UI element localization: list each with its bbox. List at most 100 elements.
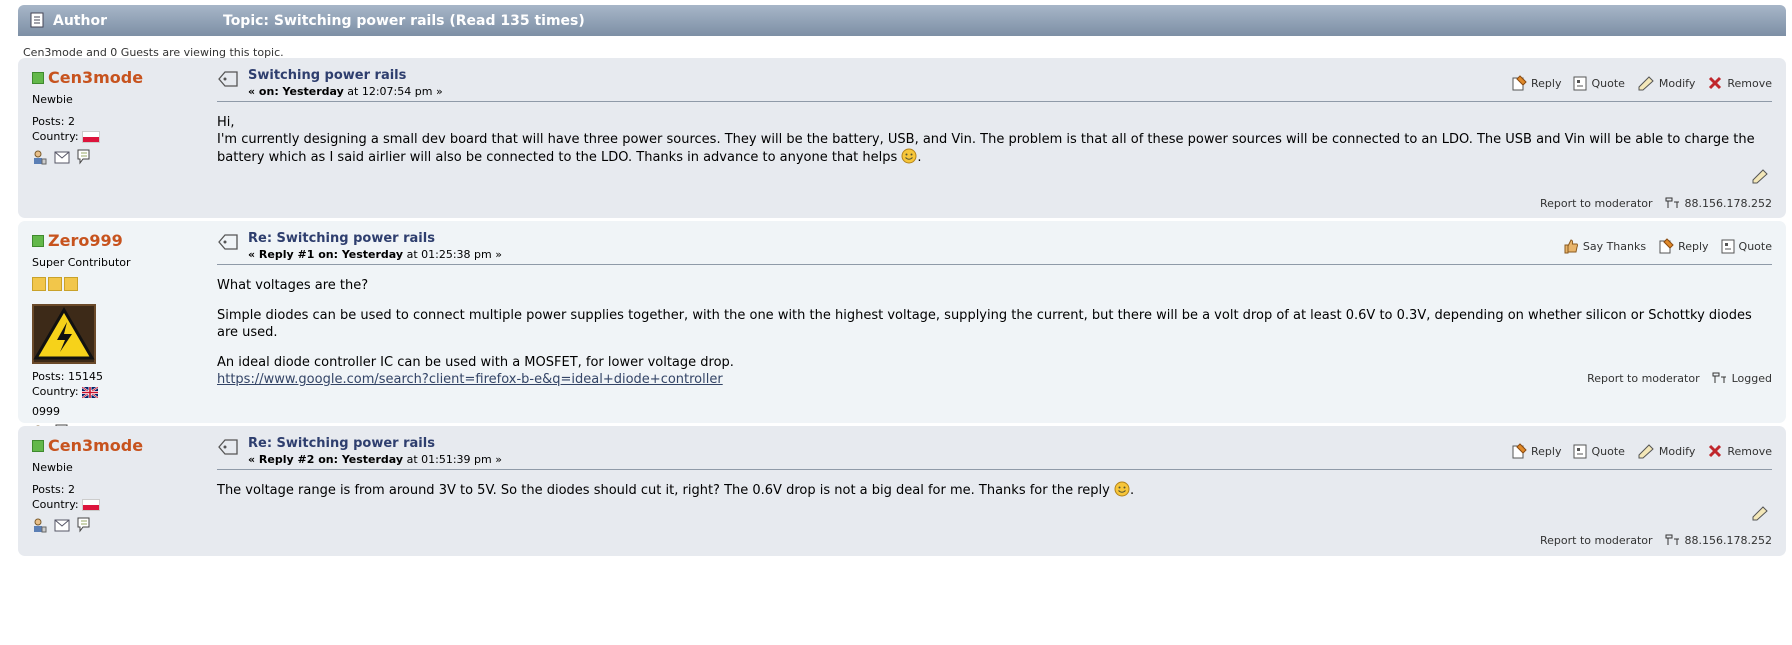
smiley-icon <box>901 148 917 164</box>
report-to-moderator-link[interactable]: Report to moderator <box>1540 534 1653 547</box>
post-meta-on: « Reply #2 on: Yesterday <box>248 453 404 466</box>
xx-post-icon <box>217 233 239 254</box>
post-body-line-1: The voltage range is from around 3V to 5… <box>217 483 1114 498</box>
quick-edit-icon[interactable] <box>1751 505 1769 524</box>
country-row: Country: <box>32 385 192 398</box>
ip-address: 88.156.178.252 <box>1665 196 1772 210</box>
smiley-icon <box>1114 481 1130 497</box>
report-to-moderator-link[interactable]: Report to moderator <box>1587 372 1700 385</box>
post-2: Zero999 Super Contributor Posts: 15145 C… <box>18 221 1786 440</box>
post-footer: Report to moderator 88.156.178.252 <box>1540 196 1772 210</box>
quick-edit-icon[interactable] <box>1751 168 1769 187</box>
country-row: Country: <box>32 130 192 143</box>
quote-button[interactable]: Quote <box>1721 239 1772 254</box>
avatar[interactable] <box>32 304 96 364</box>
remove-button[interactable]: Remove <box>1707 443 1772 459</box>
post-divider <box>217 264 1772 265</box>
post-footer: Report to moderator 88.156.178.252 <box>1540 533 1772 547</box>
profile-icon[interactable] <box>32 150 47 165</box>
reply-button[interactable]: Reply <box>1658 238 1709 254</box>
post-meta-on: « Reply #1 on: Yesterday <box>248 248 404 261</box>
profile-icon[interactable] <box>32 518 47 533</box>
modify-icon <box>1638 444 1654 459</box>
personal-message-icon[interactable] <box>76 149 91 165</box>
post-count: Posts: 2 <box>32 483 75 496</box>
poster-info: Zero999 Super Contributor Posts: 15145 C… <box>32 231 192 440</box>
reply-label: Reply <box>1530 444 1562 458</box>
quote-label: Quote <box>1738 239 1772 253</box>
quote-label: Quote <box>1591 76 1625 90</box>
username-link[interactable]: Cen3mode <box>48 68 143 87</box>
remove-icon <box>1709 444 1722 458</box>
quote-icon <box>1573 76 1587 90</box>
remove-button[interactable]: Remove <box>1707 75 1772 91</box>
member-rank: Newbie <box>32 93 73 106</box>
post-subject-link[interactable]: Re: Switching power rails <box>248 436 435 451</box>
post-divider <box>217 101 1772 102</box>
post-count: Posts: 15145 <box>32 370 103 383</box>
member-icons <box>32 517 192 533</box>
post-3: Cen3mode Newbie Posts: 2 Country: Re: Sw… <box>18 426 1786 556</box>
quote-icon <box>1573 444 1587 458</box>
email-icon[interactable] <box>54 519 70 532</box>
topic-title: Topic: Switching power rails (Read 135 t… <box>223 13 585 29</box>
xx-post-icon <box>217 70 239 91</box>
say-thanks-button[interactable]: Say Thanks <box>1563 238 1646 254</box>
ip-address-text: 88.156.178.252 <box>1684 196 1772 210</box>
post-body-line-2: I'm currently designing a small dev boar… <box>217 132 1755 165</box>
poster-info: Cen3mode Newbie Posts: 2 Country: <box>32 436 192 533</box>
post-body-line-2: Simple diodes can be used to connect mul… <box>217 308 1752 340</box>
remove-label: Remove <box>1727 76 1772 90</box>
post-meta-on: « on: Yesterday <box>248 85 344 98</box>
quote-icon <box>1721 239 1735 253</box>
post-body-line-1: Hi, <box>217 115 235 130</box>
reply-icon <box>1512 75 1527 91</box>
poland-flag-icon <box>82 499 101 511</box>
reply-icon <box>1512 443 1527 459</box>
modify-button[interactable]: Modify <box>1637 75 1695 91</box>
ip-icon <box>1665 197 1679 208</box>
ip-icon <box>1712 372 1726 383</box>
country-label: Country: <box>32 385 83 398</box>
username-link[interactable]: Zero999 <box>48 231 123 250</box>
member-rank: Super Contributor <box>32 256 131 269</box>
say-thanks-label: Say Thanks <box>1582 239 1647 253</box>
modify-button[interactable]: Modify <box>1637 443 1695 459</box>
post-footer: Report to moderator Logged <box>1587 371 1772 385</box>
post-content: Re: Switching power rails « Reply #2 on:… <box>217 436 1772 556</box>
post-subject-link[interactable]: Re: Switching power rails <box>248 231 435 246</box>
reply-button[interactable]: Reply <box>1511 75 1561 91</box>
reply-button[interactable]: Reply <box>1511 443 1561 459</box>
post-meta: « Reply #2 on: Yesterday at 01:51:39 pm … <box>248 453 502 466</box>
forum-topic-page: Author Topic: Switching power rails (Rea… <box>0 0 1792 645</box>
post-body-line-1: What voltages are the? <box>217 278 369 293</box>
ip-address-text: 88.156.178.252 <box>1684 533 1772 547</box>
post-subject-link[interactable]: Switching power rails <box>248 68 406 83</box>
logged-status: Logged <box>1712 371 1772 385</box>
poster-info: Cen3mode Newbie Posts: 2 Country: <box>32 68 192 165</box>
post-body: Hi, I'm currently designing a small dev … <box>217 114 1772 166</box>
quote-button[interactable]: Quote <box>1573 444 1625 459</box>
report-to-moderator-link[interactable]: Report to moderator <box>1540 197 1653 210</box>
google-search-link[interactable]: https://www.google.com/search?client=fir… <box>217 372 723 387</box>
member-icons <box>32 149 192 165</box>
post-content: Switching power rails « on: Yesterday at… <box>217 68 1772 218</box>
logged-label: Logged <box>1731 371 1772 385</box>
post-body-line-3: An ideal diode controller IC can be used… <box>217 355 734 370</box>
email-icon[interactable] <box>54 151 70 164</box>
online-indicator-icon <box>32 439 44 452</box>
post-count: Posts: 2 <box>32 115 75 128</box>
author-column-label: Author <box>53 13 107 29</box>
quote-button[interactable]: Quote <box>1573 76 1625 91</box>
member-signature-text: 0999 <box>32 405 60 418</box>
username-link[interactable]: Cen3mode <box>48 436 143 455</box>
rank-star-icon <box>32 277 46 291</box>
online-indicator-icon <box>32 234 44 247</box>
personal-message-icon[interactable] <box>76 517 91 533</box>
country-row: Country: <box>32 498 192 511</box>
post-body: What voltages are the? Simple diodes can… <box>217 277 1772 388</box>
rank-star-icon <box>64 277 78 291</box>
rank-star-icon <box>48 277 62 291</box>
xx-post-icon <box>217 438 239 459</box>
post-meta-time: at 01:25:38 pm » <box>403 248 502 261</box>
